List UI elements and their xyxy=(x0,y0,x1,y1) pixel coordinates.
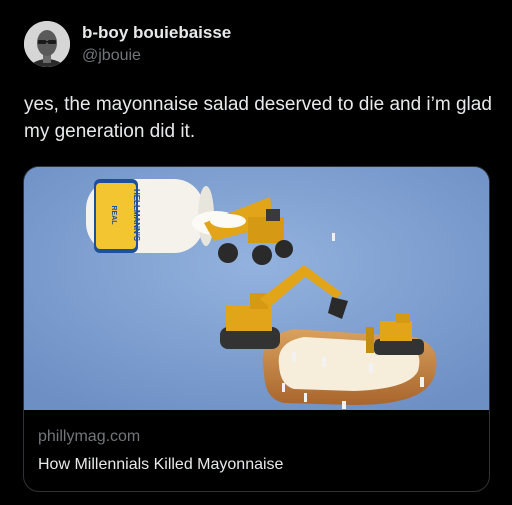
card-domain: phillymag.com xyxy=(38,428,141,445)
link-card[interactable]: HELLMANN'S REAL phillymag.com How Millen… xyxy=(23,166,490,492)
avatar[interactable] xyxy=(24,21,70,67)
jar-sublabel-text: REAL xyxy=(110,205,117,225)
card-image[interactable]: HELLMANN'S REAL xyxy=(24,167,489,410)
author-handle[interactable]: @jbouie xyxy=(82,45,231,67)
mayonnaise-construction-illustration: HELLMANN'S REAL xyxy=(24,167,489,410)
tweet-header: b-boy bouiebaisse @jbouie xyxy=(24,21,231,67)
avatar-photo xyxy=(24,21,70,67)
author-display-name[interactable]: b-boy bouiebaisse xyxy=(82,22,231,44)
jar-label-text: HELLMANN'S xyxy=(132,189,141,242)
author-names: b-boy bouiebaisse @jbouie xyxy=(82,22,231,67)
card-headline[interactable]: How Millennials Killed Mayonnaise xyxy=(38,455,489,475)
tweet-text: yes, the mayonnaise salad deserved to di… xyxy=(24,94,492,142)
card-meta[interactable]: phillymag.com How Millennials Killed May… xyxy=(24,410,489,491)
